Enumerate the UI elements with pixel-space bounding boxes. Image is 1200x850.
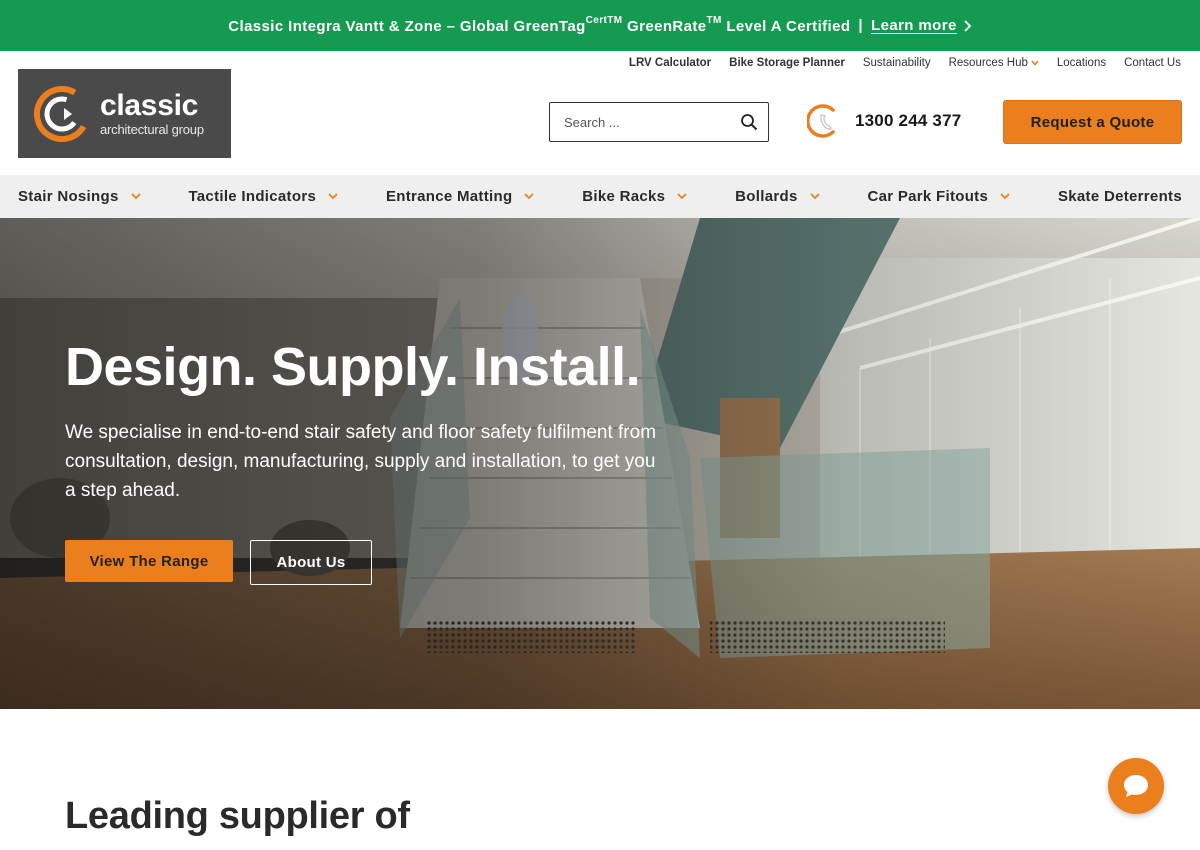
logo-wordmark: classic architectural group <box>100 89 204 137</box>
util-link-contact-us[interactable]: Contact Us <box>1124 57 1181 69</box>
util-link-lrv-calculator[interactable]: LRV Calculator <box>629 57 711 69</box>
nav-item-bike-racks[interactable]: Bike Racks <box>582 188 687 205</box>
view-the-range-button[interactable]: View The Range <box>65 540 233 582</box>
chevron-down-icon <box>1031 60 1039 66</box>
chat-widget-button[interactable] <box>1108 758 1164 814</box>
chevron-right-icon <box>964 19 971 32</box>
search-input[interactable] <box>564 114 740 130</box>
chevron-down-icon <box>1000 193 1010 200</box>
util-link-locations[interactable]: Locations <box>1057 57 1106 69</box>
request-quote-button[interactable]: Request a Quote <box>1003 100 1182 144</box>
announcement-separator: | <box>858 17 864 34</box>
nav-item-bollards[interactable]: Bollards <box>735 188 820 205</box>
util-link-bike-storage-planner[interactable]: Bike Storage Planner <box>729 57 845 69</box>
chat-bubble-icon <box>1124 775 1148 797</box>
chevron-down-icon <box>809 193 820 200</box>
classic-logo-mark-icon <box>34 85 90 142</box>
util-link-sustainability[interactable]: Sustainability <box>863 57 931 69</box>
util-link-resources-hub[interactable]: Resources Hub <box>949 57 1039 69</box>
chevron-down-icon <box>130 193 141 200</box>
nav-item-entrance-matting[interactable]: Entrance Matting <box>386 188 535 205</box>
nav-item-car-park-fitouts[interactable]: Car Park Fitouts <box>867 188 1010 205</box>
chevron-down-icon <box>677 193 687 200</box>
chevron-down-icon <box>328 193 338 200</box>
hero-section: Design. Supply. Install. We specialise i… <box>0 218 1200 709</box>
chevron-down-icon <box>524 193 535 200</box>
learn-more-link[interactable]: Learn more <box>871 17 972 34</box>
site-logo[interactable]: classic architectural group <box>18 69 231 158</box>
announcement-bar: Classic Integra Vantt & Zone – Global Gr… <box>0 0 1200 51</box>
utility-nav: LRV Calculator Bike Storage Planner Sust… <box>629 55 1181 71</box>
hero-heading: Design. Supply. Install. <box>65 337 641 397</box>
nav-item-stair-nosings[interactable]: Stair Nosings <box>18 188 141 205</box>
search-box <box>549 102 769 142</box>
search-icon[interactable] <box>740 113 758 131</box>
about-us-button[interactable]: About Us <box>250 540 372 585</box>
main-nav: Stair Nosings Tactile Indicators Entranc… <box>0 175 1200 218</box>
phone-number: 1300 244 377 <box>855 111 962 130</box>
phone-link[interactable]: 1300 244 377 <box>807 103 961 139</box>
leading-supplier-heading: Leading supplier of <box>65 795 410 837</box>
nav-item-tactile-indicators[interactable]: Tactile Indicators <box>188 188 338 205</box>
hero-description: We specialise in end-to-end stair safety… <box>65 422 657 501</box>
announcement-text: Classic Integra Vantt & Zone – Global Gr… <box>228 14 851 35</box>
nav-item-skate-deterrents[interactable]: Skate Deterrents <box>1058 188 1182 205</box>
phone-icon <box>807 104 835 138</box>
